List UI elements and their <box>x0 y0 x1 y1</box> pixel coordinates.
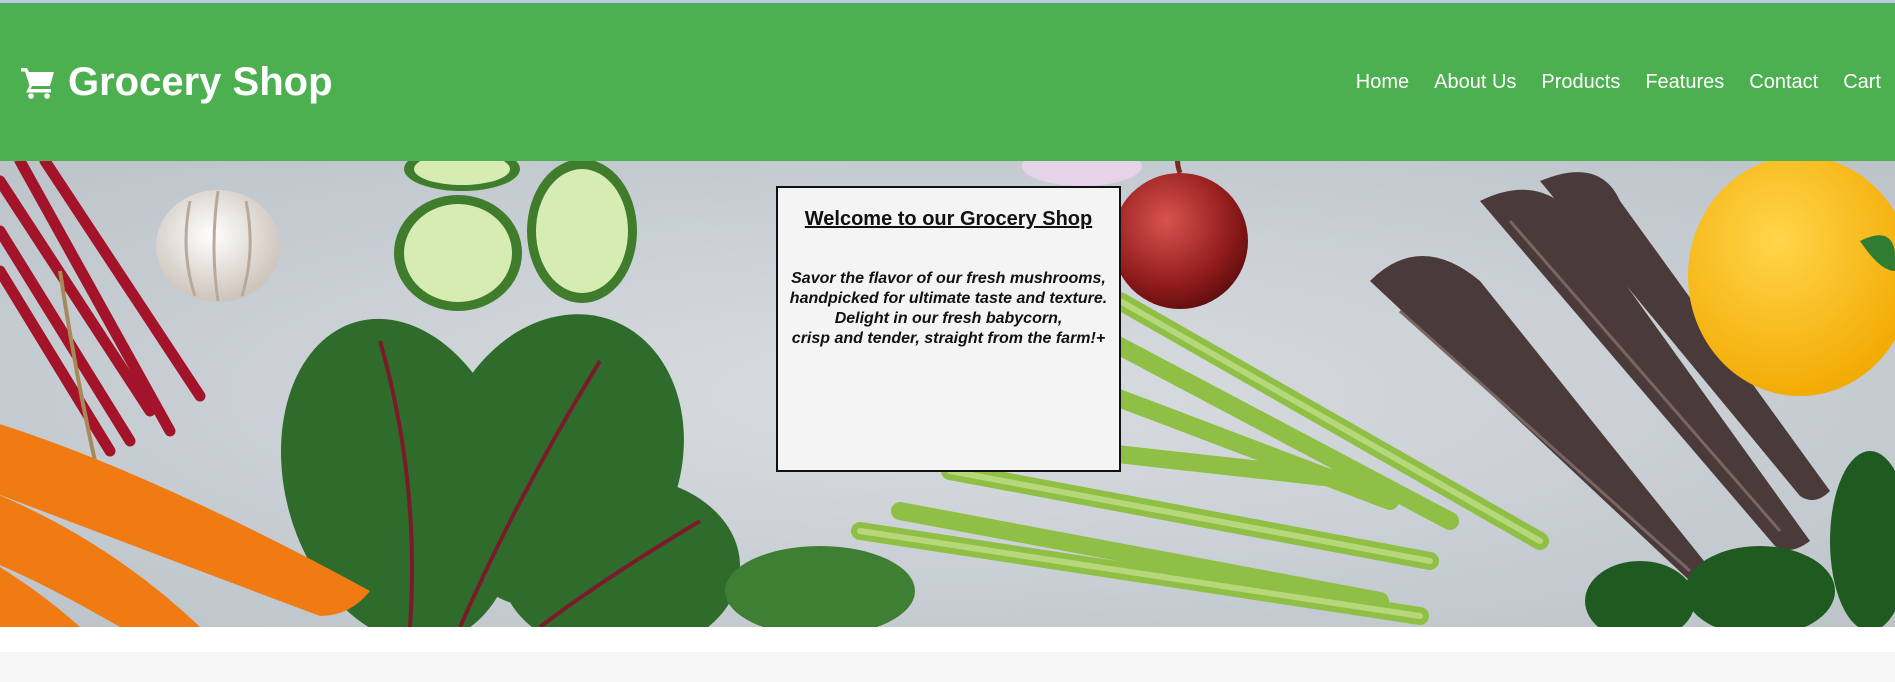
nav-products-link[interactable]: Products <box>1541 71 1620 94</box>
nav-home-link[interactable]: Home <box>1356 71 1409 94</box>
nav-features-link[interactable]: Features <box>1645 71 1724 94</box>
welcome-title: Welcome to our Grocery Shop <box>804 208 1093 230</box>
content-section-top <box>0 652 1895 682</box>
welcome-text: Savor the flavor of our fresh mushrooms,… <box>778 269 1119 349</box>
shopping-cart-icon <box>20 65 56 99</box>
main-nav: Home About Us Products Features Contact … <box>1356 3 1881 161</box>
brand[interactable]: Grocery Shop <box>20 3 333 161</box>
brand-title: Grocery Shop <box>68 59 333 104</box>
nav-cart-link[interactable]: Cart <box>1843 71 1881 94</box>
navbar: Grocery Shop Home About Us Products Feat… <box>0 3 1895 161</box>
nav-about-link[interactable]: About Us <box>1434 71 1516 94</box>
welcome-line: handpicked for ultimate taste and textur… <box>789 290 1108 307</box>
welcome-box: Welcome to our Grocery Shop Savor the fl… <box>776 186 1121 472</box>
nav-contact-link[interactable]: Contact <box>1749 71 1818 94</box>
welcome-line: crisp and tender, straight from the farm… <box>791 330 1106 347</box>
welcome-line: Savor the flavor of our fresh mushrooms, <box>791 270 1106 287</box>
welcome-line: Delight in our fresh babycorn, <box>834 310 1063 327</box>
